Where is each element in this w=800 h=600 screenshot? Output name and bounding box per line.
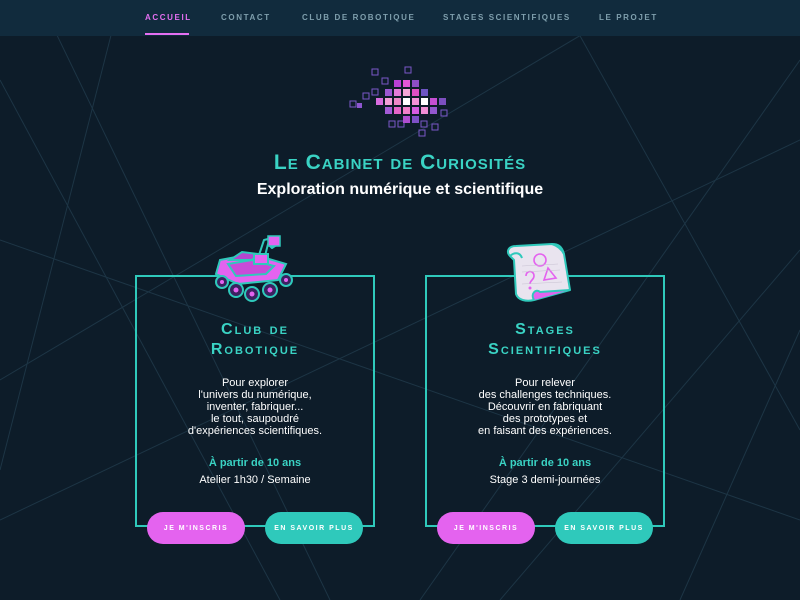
page-subtitle: Exploration numérique et scientifique bbox=[256, 181, 544, 198]
card-title: Club de Robotique bbox=[135, 320, 375, 360]
register-button-stages[interactable]: Je m'inscris bbox=[437, 512, 535, 544]
card-schedule: Atelier 1h30 / Semaine bbox=[199, 474, 311, 486]
card-title-line: Stages bbox=[515, 321, 575, 338]
card-description-line: l'univers du numérique, bbox=[198, 389, 312, 401]
robot-rover-icon bbox=[214, 235, 293, 302]
card-age: À partir de 10 ans bbox=[498, 457, 592, 469]
card-description-line: le tout, saupoudré bbox=[210, 413, 300, 425]
card-schedule: Stage 3 demi-journées bbox=[489, 474, 601, 486]
page-title: Le Cabinet de Curiosités bbox=[273, 151, 527, 174]
card-description: Pour explorer l'univers du numérique, in… bbox=[135, 377, 375, 437]
card-description-line: Pour explorer bbox=[221, 377, 289, 389]
learn-more-button-robotique[interactable]: En savoir plus bbox=[265, 512, 363, 544]
card-description-line: des challenges techniques. bbox=[478, 389, 612, 401]
scroll-icon bbox=[507, 243, 571, 302]
card-title-line: Robotique bbox=[210, 341, 300, 358]
card-description-line: des prototypes et bbox=[502, 413, 588, 425]
card-description-line: Découvrir en fabriquant bbox=[487, 401, 603, 413]
card-title-line: Scientifiques bbox=[488, 341, 602, 358]
register-button-robotique[interactable]: Je m'inscris bbox=[147, 512, 245, 544]
card-description-line: d'expériences scientifiques. bbox=[187, 425, 323, 437]
card-title-line: Club de bbox=[221, 321, 289, 338]
pixel-logo-icon bbox=[349, 66, 448, 137]
card-description-line: inventer, fabriquer... bbox=[206, 401, 304, 413]
card-description: Pour relever des challenges techniques. … bbox=[425, 377, 665, 437]
top-navigation: Accueil Contact Club de robotique Stages… bbox=[0, 0, 800, 36]
card-title: Stages Scientifiques bbox=[425, 320, 665, 360]
learn-more-button-stages[interactable]: En savoir plus bbox=[555, 512, 653, 544]
card-description-line: Pour relever bbox=[515, 377, 575, 389]
card-description-line: en faisant des expériences. bbox=[478, 425, 612, 437]
card-age: À partir de 10 ans bbox=[208, 457, 302, 469]
